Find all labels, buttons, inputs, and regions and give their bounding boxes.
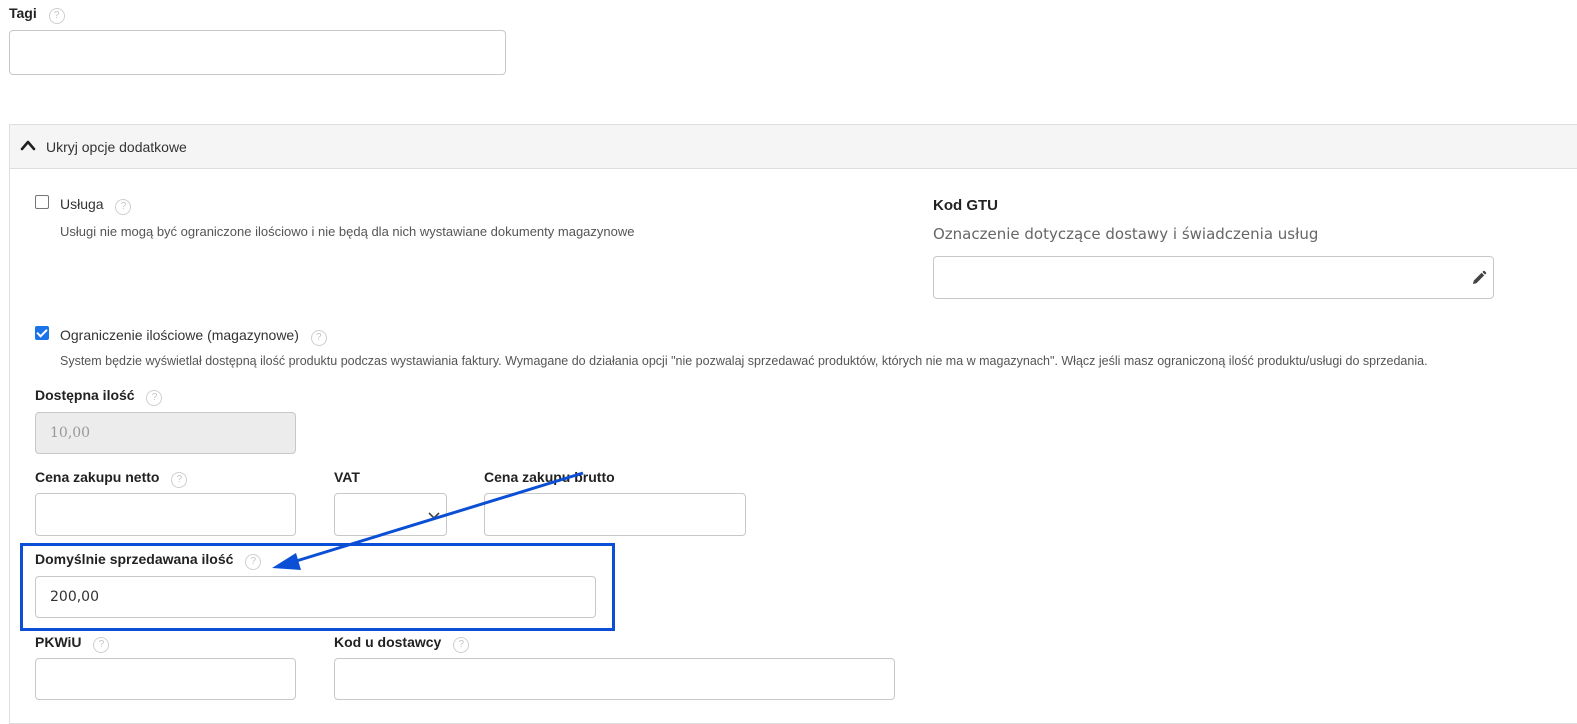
pkwiu-label: PKWiU ? <box>35 634 110 653</box>
annotation-arrow <box>272 471 584 570</box>
help-icon[interactable]: ? <box>453 637 470 653</box>
pkwiu-label-text: PKWiU <box>35 634 82 650</box>
pkwiu-input[interactable] <box>35 658 296 700</box>
supplier-code-input[interactable] <box>334 658 895 700</box>
help-icon[interactable]: ? <box>93 637 110 653</box>
supplier-code-label: Kod u dostawcy ? <box>334 634 470 653</box>
supplier-code-label-text: Kod u dostawcy <box>334 634 442 650</box>
